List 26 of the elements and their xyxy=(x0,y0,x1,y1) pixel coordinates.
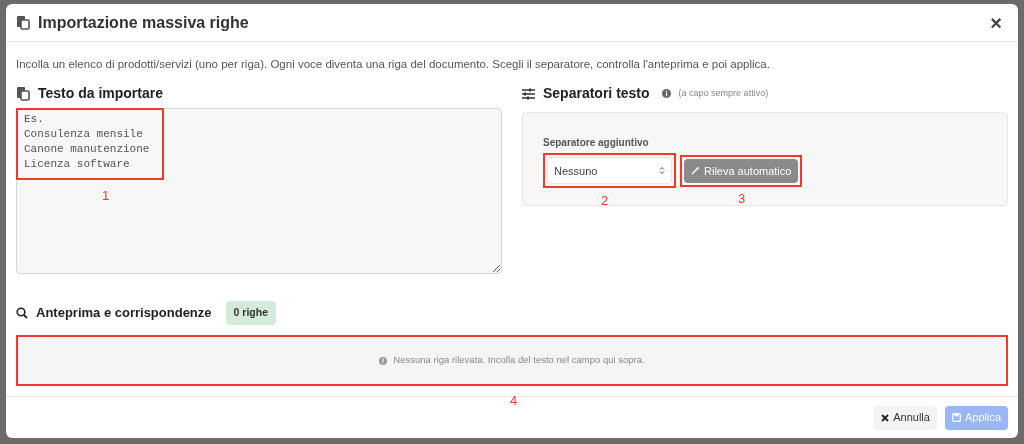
clipboard-icon xyxy=(16,15,30,30)
separator-select[interactable]: Nessuno xyxy=(547,157,672,185)
annotation-number: 1 xyxy=(102,187,110,206)
annotation-number: 3 xyxy=(738,189,746,208)
clipboard-icon xyxy=(16,86,30,102)
annotation-number: 2 xyxy=(601,192,609,211)
save-icon xyxy=(951,413,961,422)
chevron-icon xyxy=(659,166,665,176)
info-icon xyxy=(661,89,671,99)
empty-message: Nessuna riga rilevata. Incolla del testo nel campo qui sopra. xyxy=(393,353,645,368)
section-heading: Anteprima e corrispondenze xyxy=(36,304,212,323)
count-badge: 0 righe xyxy=(225,301,276,325)
sliders-icon xyxy=(522,87,535,100)
intro-text: Incolla un elenco di prodotti/servizi (uno per riga). Ogni voce diventa una riga del documento. Scegli il separatore, controlla l'anteprima e poi applica. xyxy=(16,57,771,72)
search-icon xyxy=(16,307,28,320)
close-icon xyxy=(881,413,890,422)
field-label: Separatore aggiuntivo xyxy=(543,136,650,151)
dialog-title: Importazione massiva righe xyxy=(38,12,250,33)
cancel-button[interactable]: Annulla xyxy=(874,405,937,430)
close-button[interactable]: × xyxy=(990,12,1002,33)
wand-icon xyxy=(691,166,700,176)
hint-text: (a capo sempre attivo) xyxy=(678,87,769,100)
annotation-number: 4 xyxy=(510,392,518,410)
section-heading: Testo da importare xyxy=(38,84,163,104)
info-icon xyxy=(379,356,388,365)
section-heading: Separatori testo xyxy=(543,84,650,104)
